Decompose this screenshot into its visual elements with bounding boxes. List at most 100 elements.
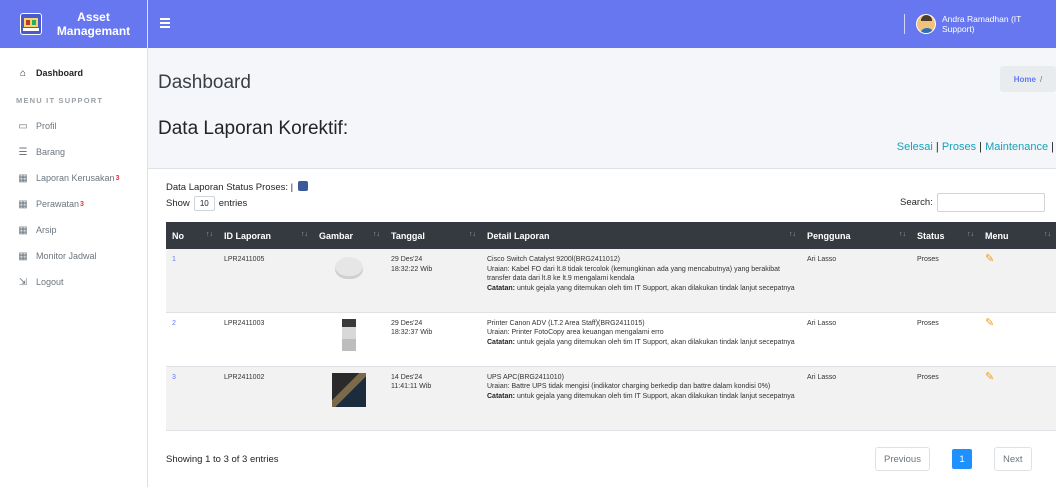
main-content: Dashboard Home / Data Laporan Korektif: … <box>148 48 1056 487</box>
catatan-label: Catatan: <box>487 338 516 346</box>
detail-uraian: Uraian: Kabel FO dari lt.8 tidak tercolo… <box>487 265 780 283</box>
sidebar-item-label: Arsip <box>36 225 57 235</box>
sort-icon: ↑↓ <box>373 231 380 238</box>
notification-badge: 3 <box>115 174 120 182</box>
show-entries: Show 10 entries <box>166 196 247 211</box>
sidebar-item-laporan-kerusakan[interactable]: ▦ Laporan Kerusakan 3 <box>0 165 147 191</box>
edit-pencil-icon[interactable]: ✎ <box>985 371 994 383</box>
table-icon: ▦ <box>18 172 28 184</box>
router-image[interactable] <box>335 257 363 279</box>
detail-uraian: Uraian: Battre UPS tidak mengisi (indika… <box>487 383 771 390</box>
section-title: Data Laporan Korektif: <box>158 118 349 139</box>
sidebar-item-label: Dashboard <box>36 68 84 78</box>
col-menu[interactable]: Menu ↑↓ <box>979 222 1056 249</box>
sidebar-item-logout[interactable]: ⇲ Logout <box>0 269 147 295</box>
detail-uraian: Uraian: Printer FotoCopy area keuangan m… <box>487 329 664 336</box>
hamburger-menu-icon[interactable] <box>160 18 170 28</box>
card-subtitle: Data Laporan Status Proses: | <box>166 181 308 193</box>
col-id-laporan[interactable]: ID Laporan ↑↓ <box>218 222 313 249</box>
detail-catatan: Catatan: untuk gejala yang ditemukan ole… <box>487 392 795 402</box>
search-input[interactable] <box>936 193 1045 212</box>
row-user: Ari Lasso <box>801 249 911 313</box>
sidebar-item-perawatan[interactable]: ▦ Perawatan 3 <box>0 191 147 217</box>
row-date-day: 29 Des'24 <box>391 319 423 327</box>
row-user: Ari Lasso <box>801 366 911 431</box>
col-tanggal[interactable]: Tanggal ↑↓ <box>385 222 481 249</box>
sort-icon: ↑↓ <box>301 231 308 238</box>
row-detail: UPS APC(BRG2411010) Uraian: Battre UPS t… <box>481 366 801 431</box>
col-label: Menu <box>985 230 1009 241</box>
col-label: Detail Laporan <box>487 230 550 241</box>
show-label: Show <box>166 198 190 209</box>
topbar: Andra Ramadhan (IT Support) <box>148 0 1056 48</box>
row-no-link[interactable]: 3 <box>172 374 176 381</box>
col-label: ID Laporan <box>224 230 272 241</box>
page-1-button[interactable]: 1 <box>951 449 972 469</box>
sidebar-item-profil[interactable]: ▭ Profil <box>0 113 147 139</box>
edit-pencil-icon[interactable]: ✎ <box>985 317 994 329</box>
sort-icon: ↑↓ <box>206 231 213 238</box>
row-no-link[interactable]: 2 <box>172 320 176 327</box>
user-menu[interactable]: Andra Ramadhan (IT Support) <box>916 14 1056 34</box>
edit-pencil-icon[interactable]: ✎ <box>985 254 994 265</box>
brand-logo-icon <box>20 13 42 35</box>
row-date: 14 Des'24 11:41:11 Wib <box>385 366 481 431</box>
entries-label: entries <box>218 198 248 209</box>
sidebar-item-barang[interactable]: ☰ Barang <box>0 139 147 165</box>
row-date-time: 18:32:37 Wib <box>391 329 433 336</box>
logout-icon: ⇲ <box>18 276 28 288</box>
card-subtitle-text: Data Laporan Status Proses: | <box>166 182 294 193</box>
sidebar-item-label: Profil <box>36 121 57 131</box>
table-icon: ▦ <box>18 224 28 236</box>
entries-select[interactable]: 10 <box>193 196 215 211</box>
breadcrumb-home-link[interactable]: Home <box>1014 75 1036 84</box>
table-row: 1 LPR2411005 29 Des'24 18:32:22 Wib Cisco… <box>166 249 1056 313</box>
sort-icon: ↑↓ <box>469 231 476 238</box>
col-no[interactable]: No ↑↓ <box>166 222 218 249</box>
sort-icon: ↑↓ <box>899 231 906 238</box>
proses-link[interactable]: Proses <box>942 141 976 153</box>
selesai-link[interactable]: Selesai <box>897 141 933 153</box>
col-status[interactable]: Status ↑↓ <box>911 222 979 249</box>
sidebar-item-arsip[interactable]: ▦ Arsip <box>0 217 147 243</box>
catatan-text: untuk gejala yang ditemukan oleh tim IT … <box>515 338 795 346</box>
detail-catatan: Catatan: untuk gejala yang ditemukan ole… <box>487 338 795 348</box>
brand-line1: Asset <box>77 10 110 24</box>
sidebar-nav: ⌂ Dashboard MENU IT SUPPORT ▭ Profil ☰ B… <box>0 48 147 295</box>
ups-image[interactable] <box>332 372 366 407</box>
col-label: No <box>172 230 184 241</box>
sidebar: Asset Managemant ⌂ Dashboard MENU IT SUP… <box>0 0 148 487</box>
list-icon: ☰ <box>18 146 28 158</box>
row-menu: ✎ <box>979 249 1056 313</box>
catatan-label: Catatan: <box>487 392 516 400</box>
detail-title: Printer Canon ADV (LT.2 Area Staff)(BRG2… <box>487 319 645 327</box>
row-id: LPR2411003 <box>218 312 313 367</box>
next-button[interactable]: Next <box>993 447 1032 471</box>
col-detail-laporan[interactable]: Detail Laporan ↑↓ <box>481 222 801 249</box>
report-table: No ↑↓ ID Laporan ↑↓ Gambar ↑↓ Tanggal ↑↓ Det… <box>166 222 1056 431</box>
brand[interactable]: Asset Managemant <box>0 0 147 48</box>
search-label: Search: <box>900 197 933 208</box>
row-no: 1 <box>166 249 218 313</box>
row-no: 2 <box>166 312 218 367</box>
printer-image[interactable] <box>342 318 356 351</box>
row-id: LPR2411005 <box>218 249 313 313</box>
breadcrumb-separator: / <box>1040 74 1043 84</box>
sidebar-item-dashboard[interactable]: ⌂ Dashboard <box>0 60 147 86</box>
page-title: Dashboard <box>158 72 251 93</box>
row-detail: Cisco Switch Catalyst 9200l(BRG2411012) … <box>481 249 801 313</box>
col-label: Pengguna <box>807 230 851 241</box>
print-icon[interactable] <box>297 181 308 191</box>
detail-catatan: Catatan: untuk gejala yang ditemukan ole… <box>487 284 795 294</box>
maintenance-link[interactable]: Maintenance <box>985 141 1048 153</box>
col-gambar[interactable]: Gambar ↑↓ <box>313 222 385 249</box>
col-pengguna[interactable]: Pengguna ↑↓ <box>801 222 911 249</box>
sidebar-item-monitor-jadwal[interactable]: ▦ Monitor Jadwal <box>0 243 147 269</box>
row-date: 29 Des'24 18:32:37 Wib <box>385 312 481 367</box>
catatan-text: untuk gejala yang ditemukan oleh tim IT … <box>515 392 795 400</box>
search: Search: <box>900 193 1045 212</box>
row-no-link[interactable]: 1 <box>172 256 176 263</box>
previous-button[interactable]: Previous <box>875 447 930 471</box>
row-no: 3 <box>166 366 218 431</box>
sidebar-section-header: MENU IT SUPPORT <box>16 96 104 105</box>
